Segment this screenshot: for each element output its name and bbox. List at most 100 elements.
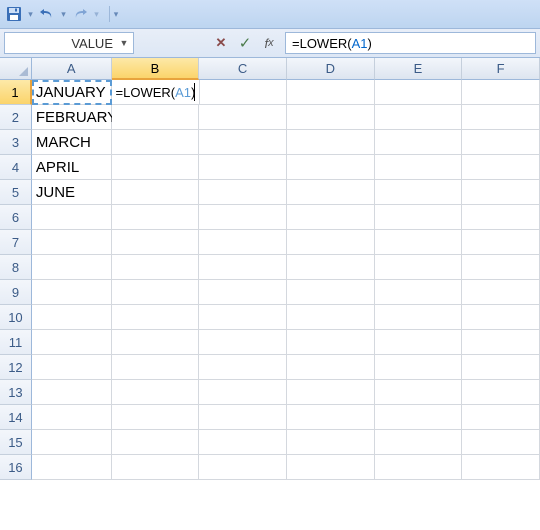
cell-F2[interactable]: [462, 105, 540, 130]
cell[interactable]: [287, 380, 375, 405]
row-header[interactable]: 7: [0, 230, 32, 255]
row-header[interactable]: 16: [0, 455, 32, 480]
cell[interactable]: [287, 305, 375, 330]
cell-B2[interactable]: [112, 105, 200, 130]
cell-D5[interactable]: [287, 180, 375, 205]
row-header[interactable]: 13: [0, 380, 32, 405]
cell-D3[interactable]: [287, 130, 375, 155]
cell[interactable]: [287, 230, 375, 255]
cell[interactable]: [462, 355, 540, 380]
cell[interactable]: [462, 380, 540, 405]
formula-input[interactable]: =LOWER(A1): [285, 32, 536, 54]
cell-F1[interactable]: [462, 80, 540, 105]
cell[interactable]: [375, 305, 463, 330]
cell[interactable]: [462, 455, 540, 480]
cell[interactable]: [462, 230, 540, 255]
cell-D4[interactable]: [287, 155, 375, 180]
cell[interactable]: [462, 430, 540, 455]
cell[interactable]: [199, 405, 287, 430]
cell-A3[interactable]: MARCH: [32, 130, 112, 155]
qat-customize-icon[interactable]: ▾: [109, 6, 116, 22]
cell[interactable]: [462, 255, 540, 280]
cell[interactable]: [287, 330, 375, 355]
save-icon[interactable]: [4, 4, 24, 24]
cell[interactable]: [287, 430, 375, 455]
cell-C1[interactable]: [200, 80, 288, 105]
qat-dropdown-icon[interactable]: ▾: [28, 4, 33, 24]
redo-icon[interactable]: [70, 4, 90, 24]
cell[interactable]: [32, 230, 112, 255]
cell[interactable]: [32, 355, 112, 380]
cell-E5[interactable]: [375, 180, 463, 205]
cell-F4[interactable]: [462, 155, 540, 180]
cell[interactable]: [32, 380, 112, 405]
cell[interactable]: [287, 205, 375, 230]
cell-B5[interactable]: [112, 180, 200, 205]
cell[interactable]: [462, 330, 540, 355]
row-header[interactable]: 15: [0, 430, 32, 455]
chevron-down-icon[interactable]: ▼: [117, 36, 131, 50]
cell[interactable]: [375, 355, 463, 380]
column-header[interactable]: C: [199, 58, 287, 80]
cell[interactable]: [199, 330, 287, 355]
cell[interactable]: [375, 330, 463, 355]
row-header[interactable]: 12: [0, 355, 32, 380]
name-box[interactable]: VALUE ▼: [4, 32, 134, 54]
cell[interactable]: [112, 205, 200, 230]
insert-function-button[interactable]: fx: [257, 32, 281, 54]
row-header[interactable]: 2: [0, 105, 32, 130]
cell[interactable]: [375, 405, 463, 430]
column-header[interactable]: D: [287, 58, 375, 80]
redo-dropdown-icon[interactable]: ▾: [94, 4, 99, 24]
cell[interactable]: [112, 355, 200, 380]
column-header[interactable]: E: [375, 58, 463, 80]
cell[interactable]: [199, 380, 287, 405]
cell[interactable]: [112, 305, 200, 330]
cell-A1[interactable]: JANUARY: [32, 80, 112, 105]
cell-C2[interactable]: [199, 105, 287, 130]
cell-B1[interactable]: =LOWER(A1): [112, 80, 200, 105]
cell-E3[interactable]: [375, 130, 463, 155]
cell[interactable]: [32, 255, 112, 280]
cell[interactable]: [375, 430, 463, 455]
cell[interactable]: [287, 405, 375, 430]
cell-B4[interactable]: [112, 155, 200, 180]
cell-C5[interactable]: [199, 180, 287, 205]
cell[interactable]: [112, 430, 200, 455]
cell[interactable]: [32, 305, 112, 330]
column-header[interactable]: A: [32, 58, 112, 80]
cell[interactable]: [32, 205, 112, 230]
cell-D2[interactable]: [287, 105, 375, 130]
cell[interactable]: [199, 455, 287, 480]
cell[interactable]: [462, 205, 540, 230]
cell[interactable]: [199, 255, 287, 280]
cell[interactable]: [287, 355, 375, 380]
cell-E4[interactable]: [375, 155, 463, 180]
undo-dropdown-icon[interactable]: ▾: [61, 4, 66, 24]
cell[interactable]: [32, 330, 112, 355]
cell[interactable]: [32, 405, 112, 430]
cell[interactable]: [199, 355, 287, 380]
enter-button[interactable]: ✓: [233, 32, 257, 54]
cell[interactable]: [112, 330, 200, 355]
cell[interactable]: [375, 255, 463, 280]
cell[interactable]: [32, 280, 112, 305]
row-header[interactable]: 4: [0, 155, 32, 180]
cell[interactable]: [375, 380, 463, 405]
cell[interactable]: [375, 205, 463, 230]
cell[interactable]: [112, 380, 200, 405]
row-header[interactable]: 3: [0, 130, 32, 155]
cell[interactable]: [32, 455, 112, 480]
row-header[interactable]: 14: [0, 405, 32, 430]
cell[interactable]: [112, 405, 200, 430]
cell[interactable]: [199, 305, 287, 330]
cell[interactable]: [287, 255, 375, 280]
row-header[interactable]: 1: [0, 80, 32, 105]
row-header[interactable]: 5: [0, 180, 32, 205]
cell[interactable]: [375, 455, 463, 480]
cell[interactable]: [112, 230, 200, 255]
cell[interactable]: [462, 280, 540, 305]
cancel-button[interactable]: ✕: [209, 32, 233, 54]
column-header[interactable]: B: [112, 58, 200, 80]
cell-A5[interactable]: JUNE: [32, 180, 112, 205]
